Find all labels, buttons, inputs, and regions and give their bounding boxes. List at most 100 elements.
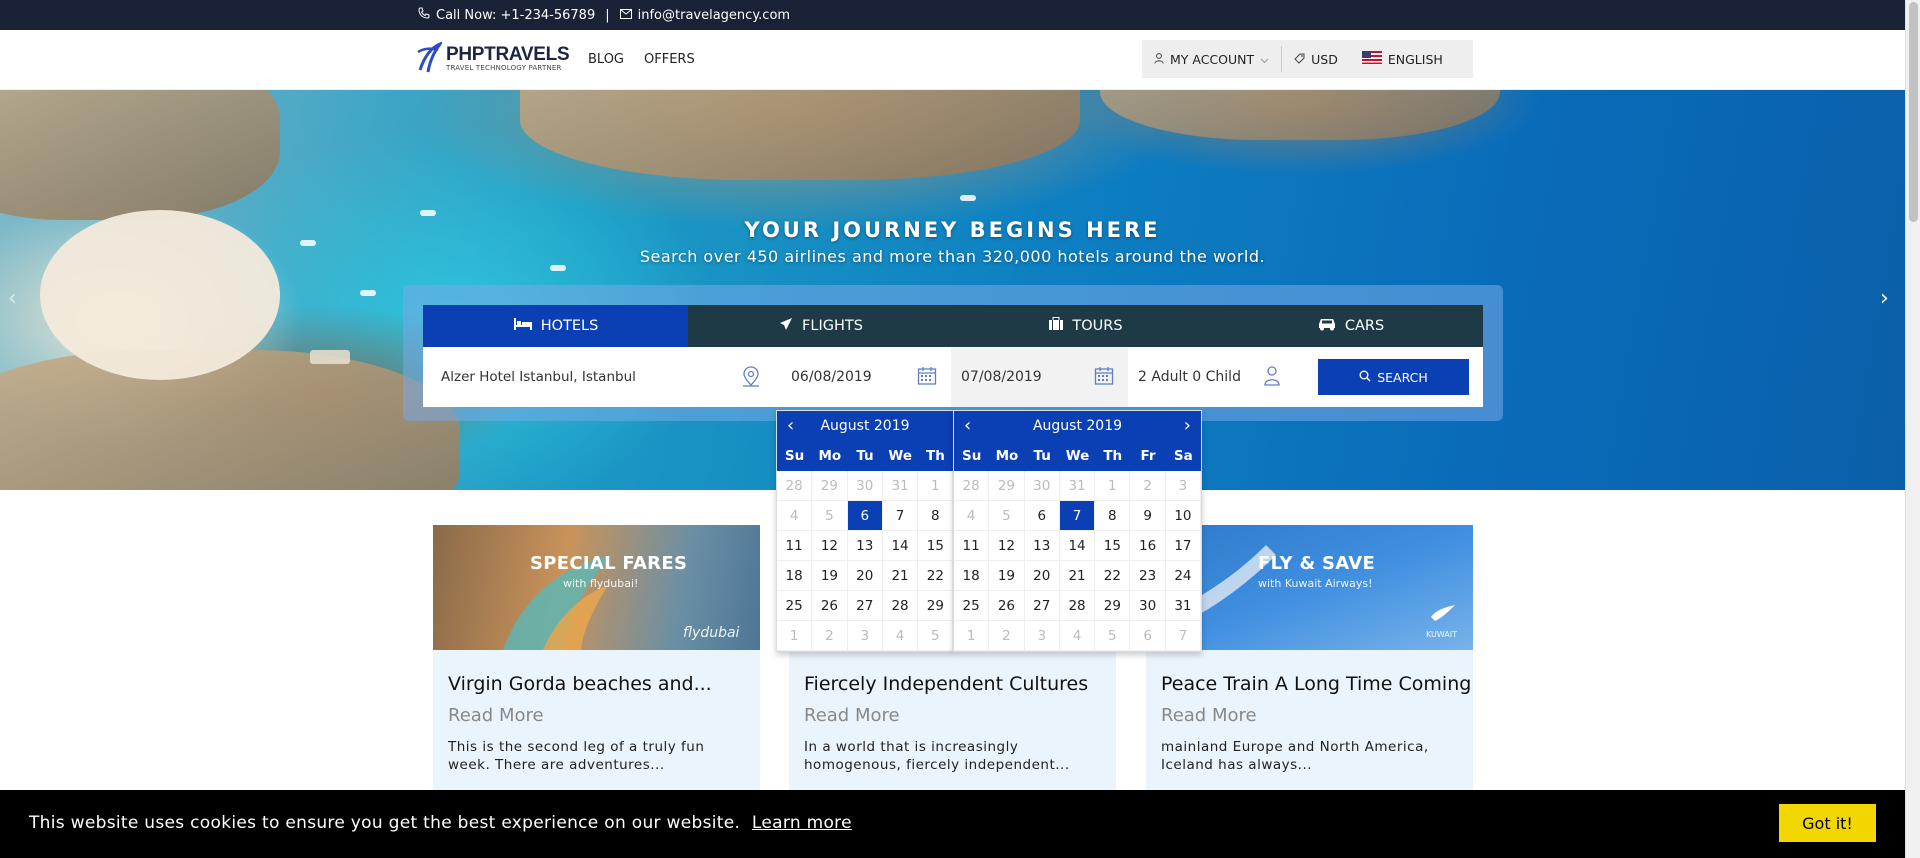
my-account-dropdown[interactable]: MY ACCOUNT [1142, 40, 1281, 78]
calendar-day[interactable]: 2 [989, 621, 1025, 651]
calendar-day[interactable]: 19 [812, 561, 848, 591]
calendar-day[interactable]: 3 [1165, 471, 1202, 501]
calendar-day[interactable]: 29 [812, 471, 848, 501]
calendar-day[interactable]: 14 [1059, 531, 1096, 561]
calendar-day[interactable]: 28 [954, 471, 990, 501]
calendar-day[interactable]: 30 [1130, 591, 1166, 621]
card-title[interactable]: Peace Train A Long Time Coming [1161, 673, 1471, 695]
hotel-destination-input[interactable]: Alzer Hotel Istanbul, Istanbul [423, 347, 775, 407]
calendar-day[interactable]: 28 [882, 591, 919, 621]
calendar-day[interactable]: 24 [1165, 561, 1202, 591]
read-more-link[interactable]: Read More [804, 705, 900, 726]
prev-month-icon[interactable]: ‹ [787, 415, 794, 436]
offer-card[interactable]: SPECIAL FARES with flydubai! flydubai Vi… [433, 525, 760, 795]
calendar-day[interactable]: 18 [954, 561, 990, 591]
calendar-day[interactable]: 26 [812, 591, 848, 621]
calendar-day[interactable]: 5 [989, 501, 1025, 531]
site-logo[interactable]: PHPTRAVELS TRAVEL TECHNOLOGY PARTNER [416, 40, 570, 74]
checkout-date-input[interactable]: 07/08/2019 [951, 347, 1128, 407]
calendar-day[interactable]: 4 [882, 621, 919, 651]
calendar-day[interactable]: 1 [918, 471, 954, 501]
calendar-day[interactable]: 28 [777, 471, 813, 501]
calendar-day[interactable]: 29 [1095, 591, 1131, 621]
calendar-day[interactable]: 23 [1130, 561, 1166, 591]
calendar-day[interactable]: 18 [777, 561, 813, 591]
calendar-day[interactable]: 31 [1165, 591, 1202, 621]
calendar-day[interactable]: 22 [1095, 561, 1131, 591]
selected-day[interactable]: 7 [1059, 501, 1096, 531]
calendar-day[interactable]: 4 [1059, 621, 1096, 651]
calendar-day[interactable]: 19 [989, 561, 1025, 591]
calendar-day[interactable]: 20 [1024, 561, 1060, 591]
calendar-day[interactable]: 7 [882, 501, 919, 531]
calendar-day[interactable]: 1 [954, 621, 990, 651]
calendar-day[interactable]: 21 [1059, 561, 1096, 591]
calendar-day[interactable]: 5 [812, 501, 848, 531]
calendar-day[interactable]: 25 [777, 591, 813, 621]
currency-dropdown[interactable]: USD [1282, 40, 1350, 78]
calendar-day[interactable]: 31 [882, 471, 919, 501]
tab-flights[interactable]: FLIGHTS [688, 305, 953, 347]
calendar-day[interactable]: 1 [1095, 471, 1131, 501]
card-title[interactable]: Fiercely Independent Cultures [804, 673, 1088, 695]
email-link[interactable]: info@travelagency.com [638, 8, 790, 23]
selected-day[interactable]: 6 [847, 501, 883, 531]
learn-more-link[interactable]: Learn more [752, 813, 852, 833]
tab-cars[interactable]: CARS [1218, 305, 1483, 347]
calendar-day[interactable]: 27 [1024, 591, 1060, 621]
slider-prev-icon[interactable]: ‹ [8, 286, 17, 311]
calendar-day[interactable]: 12 [812, 531, 848, 561]
tab-tours[interactable]: TOURS [953, 305, 1218, 347]
slider-next-icon[interactable]: › [1880, 286, 1889, 311]
nav-blog[interactable]: BLOG [588, 52, 624, 67]
calendar-day[interactable]: 20 [847, 561, 883, 591]
scrollbar-thumb[interactable] [1909, 2, 1918, 222]
prev-month-icon[interactable]: ‹ [964, 415, 971, 436]
calendar-day[interactable]: 9 [1130, 501, 1166, 531]
calendar-day[interactable]: 2 [812, 621, 848, 651]
calendar-day[interactable]: 13 [1024, 531, 1060, 561]
nav-offers[interactable]: OFFERS [644, 52, 695, 67]
read-more-link[interactable]: Read More [1161, 705, 1257, 726]
calendar-day[interactable]: 6 [1024, 501, 1060, 531]
next-month-icon[interactable]: › [1184, 415, 1191, 436]
calendar-day[interactable]: 29 [918, 591, 954, 621]
calendar-day[interactable]: 3 [1024, 621, 1060, 651]
calendar-day[interactable]: 3 [847, 621, 883, 651]
calendar-day[interactable]: 15 [1095, 531, 1131, 561]
calendar-day[interactable]: 7 [1165, 621, 1202, 651]
calendar-day[interactable]: 11 [777, 531, 813, 561]
calendar-day[interactable]: 29 [989, 471, 1025, 501]
calendar-day[interactable]: 13 [847, 531, 883, 561]
cookie-accept-button[interactable]: Got it! [1779, 804, 1876, 842]
calendar-day[interactable]: 6 [1130, 621, 1166, 651]
calendar-day[interactable]: 5 [918, 621, 954, 651]
calendar-day[interactable]: 27 [847, 591, 883, 621]
calendar-day[interactable]: 5 [1095, 621, 1131, 651]
calendar-day[interactable]: 25 [954, 591, 990, 621]
calendar-day[interactable]: 26 [989, 591, 1025, 621]
calendar-day[interactable]: 21 [882, 561, 919, 591]
read-more-link[interactable]: Read More [448, 705, 544, 726]
checkin-date-input[interactable]: 06/08/2019 [775, 347, 951, 407]
guests-input[interactable]: 2 Adult 0 Child [1128, 347, 1308, 407]
calendar-day[interactable]: 8 [918, 501, 954, 531]
calendar-day[interactable]: 30 [847, 471, 883, 501]
calendar-day[interactable]: 10 [1165, 501, 1202, 531]
calendar-day[interactable]: 16 [1130, 531, 1166, 561]
calendar-day[interactable]: 2 [1130, 471, 1166, 501]
calendar-day[interactable]: 11 [954, 531, 990, 561]
calendar-day[interactable]: 28 [1059, 591, 1096, 621]
calendar-day[interactable]: 31 [1059, 471, 1096, 501]
calendar-day[interactable]: 30 [1024, 471, 1060, 501]
calendar-day[interactable]: 8 [1095, 501, 1131, 531]
phone-number[interactable]: Call Now: +1-234-56789 [436, 8, 595, 23]
calendar-day[interactable]: 14 [882, 531, 919, 561]
calendar-day[interactable]: 12 [989, 531, 1025, 561]
calendar-day[interactable]: 4 [954, 501, 990, 531]
tab-hotels[interactable]: HOTELS [423, 305, 688, 347]
calendar-day[interactable]: 17 [1165, 531, 1202, 561]
calendar-day[interactable]: 22 [918, 561, 954, 591]
calendar-day[interactable]: 1 [777, 621, 813, 651]
calendar-day[interactable]: 15 [918, 531, 954, 561]
